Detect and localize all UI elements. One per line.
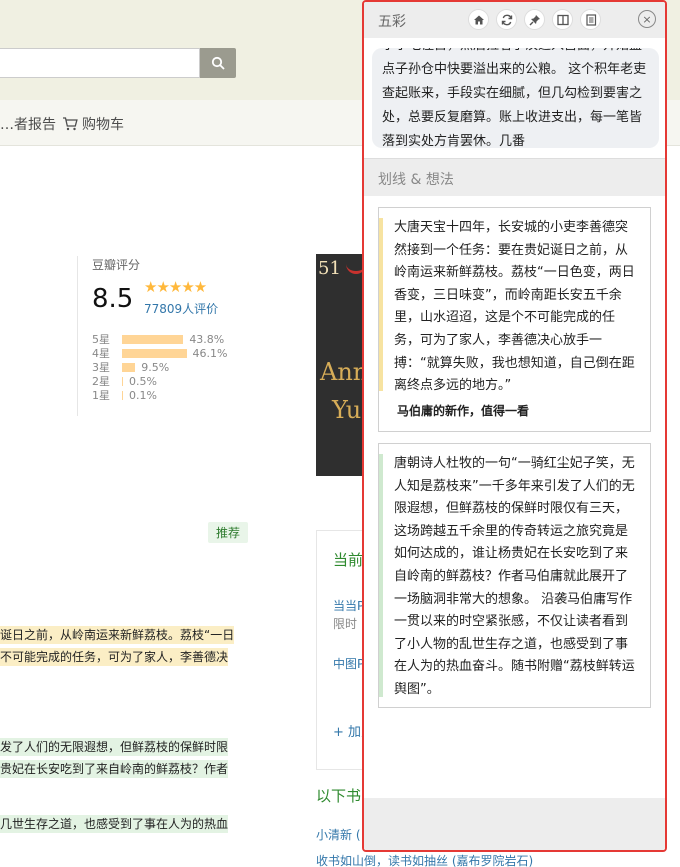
close-icon: ×: [642, 12, 652, 26]
rating-bar-percent: 0.5%: [129, 374, 157, 388]
home-icon: [473, 15, 484, 24]
notes-section-header: 划线 & 想法: [364, 158, 665, 196]
notes-list-button[interactable]: [580, 9, 601, 30]
note-card[interactable]: 唐朝诗人杜牧的一句“一骑红尘妃子笑，无人知是荔枝来”一千多年来引发了人们的无限遐…: [378, 443, 651, 708]
highlight-line: 不可能完成的任务，可为了家人，李善德决: [0, 646, 229, 668]
also-link[interactable]: 小清新 (: [316, 826, 361, 843]
rating-bar-row: 5星 43.8%: [92, 332, 227, 347]
rating-stars: ★★★★★: [144, 278, 207, 296]
rating-bar-fill: [122, 390, 123, 400]
excerpt-text: 小小吃住古，然后拉着手汉追入宫面，开始盘点子孙仓中快要溢出来的公粮。 这个积年老…: [382, 48, 647, 148]
rating-bar-row: 3星 9.5%: [92, 360, 227, 375]
rating-bar-fill: [122, 376, 123, 386]
search-button[interactable]: [200, 48, 236, 78]
rating-bar-percent: 9.5%: [141, 360, 170, 374]
nav-cart-label: 购物车: [82, 117, 124, 133]
highlight-line: 贵妃在长安吃到了来自岭南的鲜荔枝？作者: [0, 758, 229, 780]
rating-title: 豆瓣评分: [92, 258, 141, 272]
recommend-tag[interactable]: 推荐: [208, 522, 249, 543]
highlight-line: 发了人们的无限遐想，但鲜荔枝的保鲜时限: [0, 736, 229, 758]
highlight-text: 贵妃在长安吃到了来自岭南的鲜荔枝？作者: [0, 760, 229, 778]
rating-bar-fill: [122, 334, 184, 344]
rating-bar-percent: 46.1%: [192, 346, 228, 360]
note-color-bar: [379, 218, 383, 391]
rating-count-link[interactable]: 77809人评价: [144, 300, 218, 317]
note-card[interactable]: 大唐天宝十四年，长安城的小吏李善德突然接到一个任务：要在贵妃诞日之前，从岭南运来…: [378, 207, 651, 432]
nav-report[interactable]: …者报告: [0, 114, 56, 134]
note-highlight-text: 大唐天宝十四年，长安城的小吏李善德突然接到一个任务：要在贵妃诞日之前，从岭南运来…: [394, 220, 635, 394]
close-button[interactable]: ×: [638, 10, 656, 28]
highlight-text: 几世生存之道，也感受到了事在人为的热血: [0, 815, 229, 833]
nav-cart[interactable]: 购物车: [62, 114, 124, 134]
note-highlight-text: 唐朝诗人杜牧的一句“一骑红尘妃子笑，无人知是荔枝来”一千多年来引发了人们的无限遐…: [394, 456, 635, 697]
highlight-text: 诞日之前，从岭南运来新鲜荔枝。荔枝“一日: [0, 626, 235, 644]
cover-text-1: 51: [318, 258, 341, 279]
buy-link-china[interactable]: 中图P: [333, 655, 364, 672]
buy-note: 限时: [333, 617, 358, 631]
list-icon: [585, 13, 596, 26]
also-link[interactable]: 收书如山倒，读书如抽丝 (嘉布罗院岩石): [316, 852, 533, 867]
search-input[interactable]: [0, 48, 200, 78]
cart-icon: [63, 117, 78, 131]
note-color-bar: [379, 454, 383, 697]
rating-bar-fill: [122, 348, 187, 358]
nav-report-label: …者报告: [0, 117, 56, 133]
pin-icon: [529, 14, 540, 25]
buy-link-dangdang[interactable]: 当当P: [333, 597, 364, 614]
popup-footer: [364, 798, 665, 850]
rating-box: 豆瓣评分 8.5 ★★★★★ 77809人评价 5星 43.8% 4星 46.1% 3星…: [77, 256, 237, 416]
popup-title: 五彩: [378, 14, 406, 30]
cover-text-3: Yu: [332, 396, 362, 424]
rating-bar-row: 2星 0.5%: [92, 374, 227, 389]
buy-panel-title: 当前: [333, 551, 364, 569]
refresh-icon: [501, 14, 512, 25]
rating-bar-row: 4星 46.1%: [92, 346, 228, 361]
notes-section-title: 划线 & 想法: [378, 172, 454, 188]
rating-bar-percent: 43.8%: [189, 332, 225, 346]
rating-bar-label: 1星: [92, 389, 110, 402]
popup-header: 五彩 ×: [364, 2, 665, 38]
sidebar-icon: [556, 14, 569, 25]
search-icon: [211, 56, 225, 70]
wucai-popup: 五彩 × 小小吃住古，然后拉着手汉追入宫面，开始盘点子孙仓中快要溢出来的公粮。 …: [362, 0, 667, 852]
page-excerpt: 小小吃住古，然后拉着手汉追入宫面，开始盘点子孙仓中快要溢出来的公粮。 这个积年老…: [372, 48, 659, 148]
rating-bar-fill: [122, 362, 136, 372]
highlight-line: 诞日之前，从岭南运来新鲜荔枝。荔枝“一日: [0, 624, 235, 646]
rating-bar-row: 1星 0.1%: [92, 388, 227, 403]
also-section-title: 以下书: [316, 787, 362, 805]
refresh-button[interactable]: [496, 9, 517, 30]
sidebar-toggle-button[interactable]: [552, 9, 573, 30]
book-cover[interactable]: 51 Ann Yu: [316, 254, 366, 476]
highlight-text: 不可能完成的任务，可为了家人，李善德决: [0, 648, 229, 666]
note-comment: 马伯庸的新作，值得一看: [397, 403, 530, 418]
rating-bar-percent: 0.1%: [129, 388, 157, 402]
cover-text-2: Ann: [320, 358, 366, 386]
pin-button[interactable]: [524, 9, 545, 30]
highlight-text: 发了人们的无限遐想，但鲜荔枝的保鲜时限: [0, 738, 229, 756]
highlight-line: 几世生存之道，也感受到了事在人为的热血: [0, 813, 229, 835]
home-button[interactable]: [468, 9, 489, 30]
rating-score: 8.5: [92, 284, 134, 314]
rating-distribution: 5星 43.8% 4星 46.1% 3星 9.5% 2星 0.5% 1星 0.1%: [92, 332, 228, 403]
